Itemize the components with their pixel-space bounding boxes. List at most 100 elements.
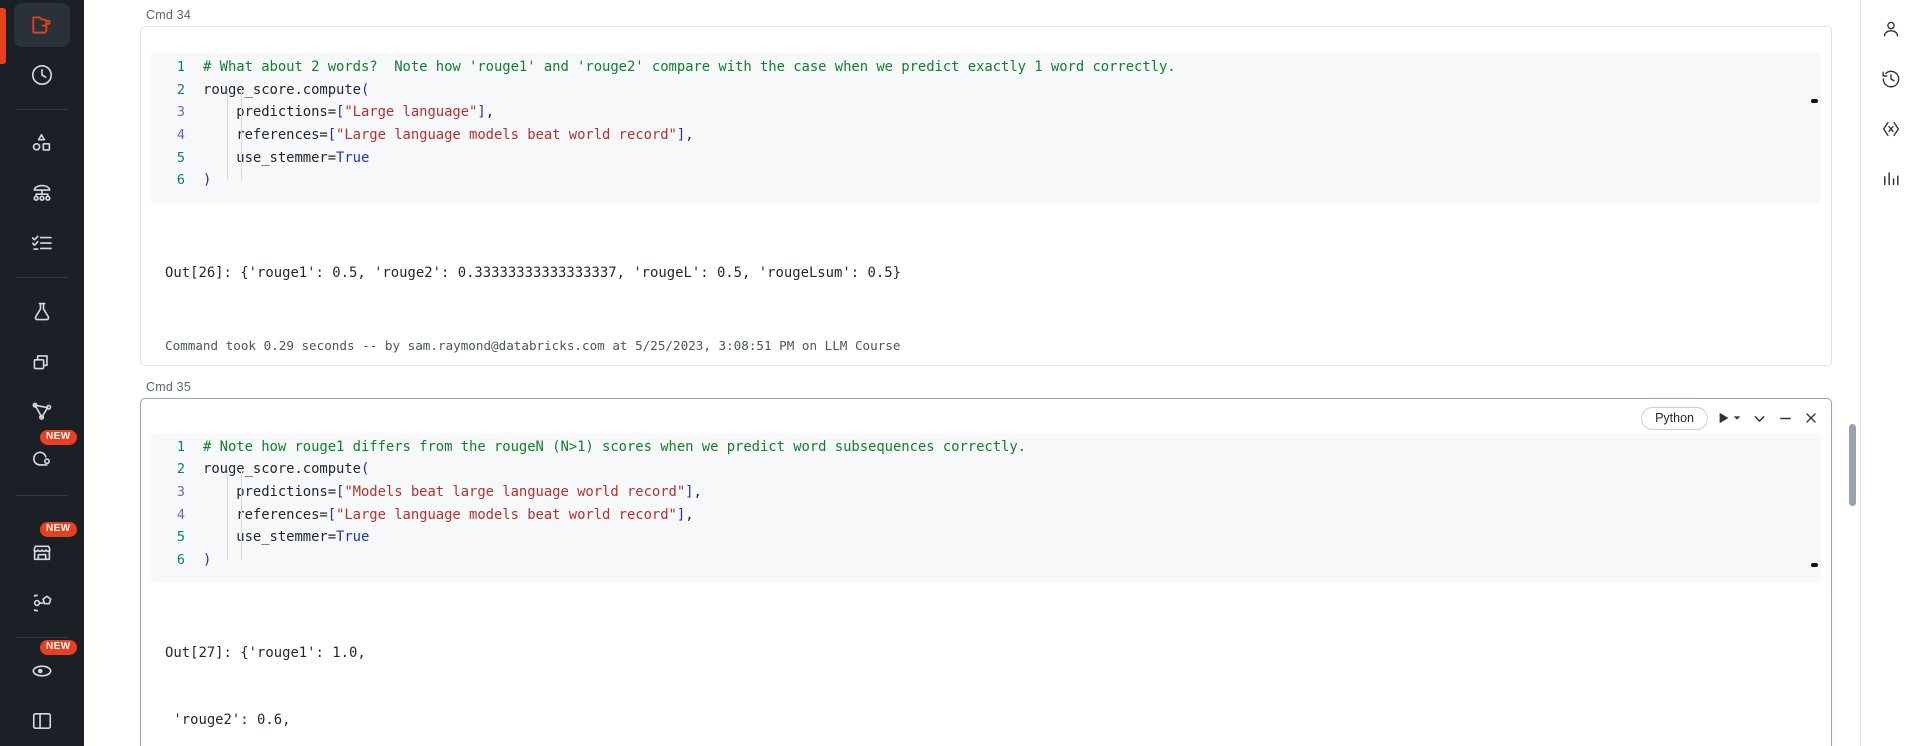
revision-history-icon [1880,68,1902,95]
indent-guide [241,468,242,560]
output-line: Out[27]: {'rouge1': 1.0, [165,644,366,661]
line-number: 2 [176,81,185,98]
models-stack-icon [29,349,55,375]
right-utility-rail [1860,0,1920,746]
code-token: , [485,104,495,121]
output-line: Out[26]: {'rouge1': 0.5, 'rouge2': 0.333… [165,265,901,282]
code-token: "Large language" [344,104,478,121]
code-variables-button[interactable] [1870,106,1912,156]
code-token: [ [327,127,337,144]
lakehouse-monitoring-eye-icon [29,658,55,684]
sidebar-item-marketplace[interactable]: NEW [14,521,77,575]
code-editor-35[interactable]: 1 # Note how rouge1 differs from the rou… [151,432,1821,583]
code-variables-icon [1880,118,1902,145]
code-line: 4 references=["Large language models bea… [151,127,1821,150]
code-line: 6 ) [151,172,1821,195]
left-navigation-rail: NEW NEW NEW [0,0,84,746]
language-selector[interactable]: Python [1641,406,1708,431]
cell-toolbar: Python [1641,406,1819,431]
cell-label-34: Cmd 34 [146,8,191,22]
code-horizontal-scrollbar[interactable] [1811,562,1818,567]
dashboard-chart-button[interactable] [1870,156,1912,206]
code-token: "Large language models beat world record… [336,127,677,144]
indent-guide [241,89,242,180]
chevron-down-icon[interactable] [1732,413,1742,423]
line-number: 3 [176,484,185,500]
notebook-cell-35[interactable]: Python 1 # Note how rouge1 differs from … [140,397,1832,746]
code-token: "Large language models beat world record… [336,506,677,523]
run-icon[interactable] [1717,411,1731,425]
code-token: ) [203,172,212,189]
recents-clock-icon [29,62,55,88]
code-token: predictions= [203,484,337,500]
active-rail-accent [0,8,6,64]
user-account-button[interactable] [1870,6,1912,56]
dashboard-chart-icon [1880,168,1902,195]
notebook-cell-34[interactable]: 1 # What about 2 words? Note how 'rouge1… [140,26,1832,366]
notebook-cells: Cmd 34 1 # What about 2 words? Note how … [84,0,1860,746]
code-token: ) [203,552,212,569]
partner-connect-icon [29,590,55,616]
sidebar-item-models[interactable] [14,340,70,384]
sidebar-item-workflows[interactable] [14,221,70,265]
minimize-icon[interactable] [1777,410,1794,427]
code-line: 4 references=["Large language models bea… [151,507,1821,530]
line-number: 1 [176,438,185,455]
code-token: "Models beat large language world record… [344,484,686,500]
feature-store-graph-icon [29,398,55,424]
code-editor-34[interactable]: 1 # What about 2 words? Note how 'rouge1… [151,53,1821,204]
line-number: 4 [176,506,185,523]
line-number: 6 [176,552,185,569]
line-number: 3 [176,104,185,121]
code-token: ] [676,127,686,144]
indent-guide [227,468,228,560]
line-number: 2 [176,461,185,478]
sidebar-item-compute[interactable] [14,171,70,215]
sidebar-item-workspace[interactable] [14,3,70,47]
rail-divider-1 [16,108,68,110]
revision-history-button[interactable] [1870,56,1912,106]
code-token: references= [203,127,328,144]
compute-cluster-icon [29,180,55,206]
sidebar-item-recents[interactable] [14,53,70,97]
collapse-chevron-icon[interactable] [1751,410,1768,427]
code-line: 5 use_stemmer= True [151,529,1821,552]
code-line: 6 ) [151,552,1821,575]
sidebar-toggle-icon [29,708,55,734]
experiments-flask-icon [29,299,55,325]
sidebar-item-experiments[interactable] [14,290,70,334]
close-icon[interactable] [1803,410,1819,426]
sidebar-item-serving[interactable]: NEW [14,430,77,483]
code-token: True [336,529,370,546]
code-token: ] [676,506,686,523]
code-token: , [685,127,694,144]
sidebar-item-toggle[interactable] [14,699,70,743]
sidebar-item-lakehouse-monitoring[interactable]: NEW [14,640,77,693]
cell-output-35: Out[27]: {'rouge1': 1.0, 'rouge2': 0.6, … [141,591,1831,746]
code-token: ( [360,461,370,478]
code-token: [ [327,506,337,523]
rail-divider-4 [16,636,68,638]
code-horizontal-scrollbar[interactable] [1811,99,1818,103]
sidebar-item-feature-store[interactable] [14,390,70,434]
code-token: ] [685,484,694,500]
run-button-group[interactable] [1717,411,1742,425]
serving-endpoint-icon [29,448,55,474]
line-number: 5 [176,529,185,546]
sidebar-item-partner-connect[interactable] [14,581,70,625]
cell-footer-34: Command took 0.29 seconds -- by sam.raym… [165,337,901,353]
code-token: # Note how rouge1 differs from the rouge… [203,438,1026,455]
code-token: # What about 2 words? Note how 'rouge1' … [203,59,1176,75]
code-line: 1 # Note how rouge1 differs from the rou… [151,439,1821,462]
sidebar-item-data[interactable] [14,122,70,166]
notebook-scrollbar[interactable] [1849,424,1856,506]
code-token: ( [360,81,370,98]
new-badge-monitoring: NEW [40,640,77,656]
line-number: 1 [176,59,185,75]
marketplace-store-icon [29,540,55,566]
code-token: ] [477,104,486,121]
rail-divider-3 [16,495,68,497]
code-line: 5 use_stemmer= True [151,150,1821,173]
cell-label-35: Cmd 35 [146,379,191,394]
rail-divider-2 [16,277,68,278]
